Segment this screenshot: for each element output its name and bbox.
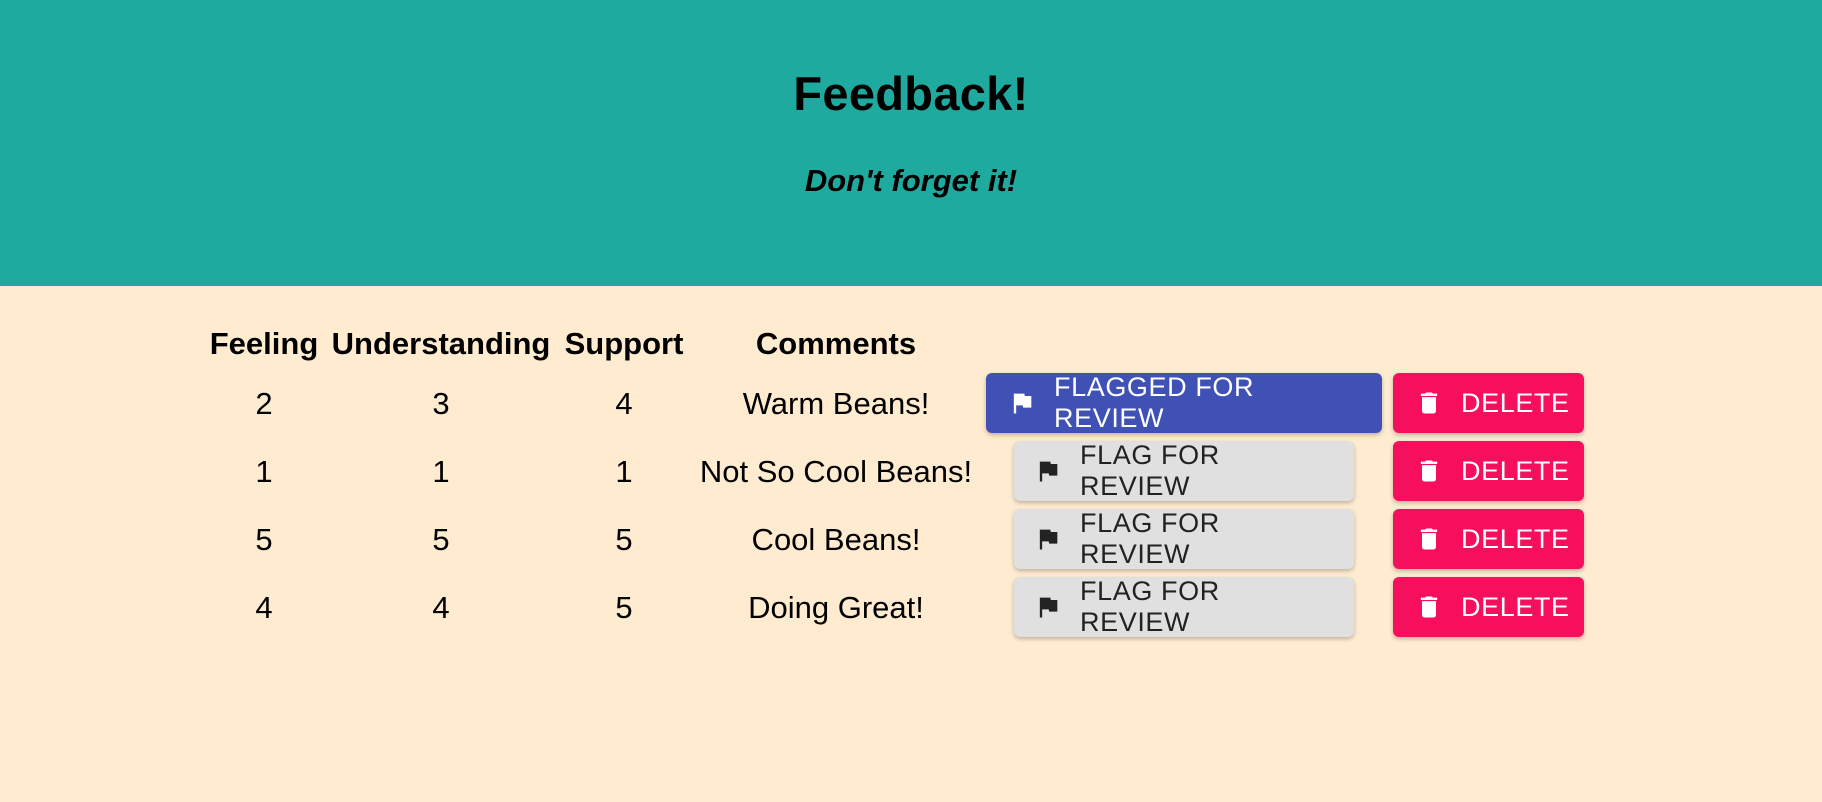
comment-cell: Cool Beans! xyxy=(751,522,921,557)
flag-for-review-button[interactable]: FLAG FOR REVIEW xyxy=(1014,440,1354,501)
table-row: 5 5 5 Cool Beans! FLAG FOR REVIEW DELETE xyxy=(0,505,1822,573)
comment-cell: Not So Cool Beans! xyxy=(699,454,973,489)
delete-button-label: DELETE xyxy=(1461,387,1570,418)
column-header-understanding: Understanding xyxy=(331,326,551,361)
trash-icon xyxy=(1420,528,1438,550)
support-cell: 1 xyxy=(615,454,633,489)
column-header-support: Support xyxy=(564,326,684,361)
delete-button[interactable]: DELETE xyxy=(1393,373,1584,433)
comment-cell: Warm Beans! xyxy=(742,386,930,421)
flag-button-label: FLAG FOR REVIEW xyxy=(1080,576,1220,637)
table-row: 2 3 4 Warm Beans! FLAGGED FOR REVIEW DEL… xyxy=(0,369,1822,437)
column-header-comments: Comments xyxy=(755,326,917,361)
understanding-cell: 3 xyxy=(432,386,450,421)
delete-button-label: DELETE xyxy=(1461,523,1570,554)
column-header-feeling: Feeling xyxy=(209,326,319,361)
understanding-cell: 1 xyxy=(432,454,450,489)
feeling-cell: 1 xyxy=(255,454,273,489)
understanding-cell: 4 xyxy=(432,590,450,625)
page-subtitle: Don't forget it! xyxy=(804,163,1018,198)
flag-for-review-button[interactable]: FLAG FOR REVIEW xyxy=(1014,508,1354,569)
flag-button-label: FLAG FOR REVIEW xyxy=(1080,440,1220,501)
trash-icon xyxy=(1420,460,1438,482)
flag-icon xyxy=(1013,393,1032,414)
table-row: 1 1 1 Not So Cool Beans! FLAG FOR REVIEW… xyxy=(0,437,1822,505)
table-row: 4 4 5 Doing Great! FLAG FOR REVIEW DELET… xyxy=(0,573,1822,641)
delete-button[interactable]: DELETE xyxy=(1393,509,1584,569)
feeling-cell: 5 xyxy=(255,522,273,557)
flag-icon xyxy=(1039,529,1058,550)
flag-button-label: FLAGGED FOR REVIEW xyxy=(1054,372,1255,433)
support-cell: 5 xyxy=(615,590,633,625)
delete-button-label: DELETE xyxy=(1461,591,1570,622)
understanding-cell: 5 xyxy=(432,522,450,557)
flagged-for-review-button[interactable]: FLAGGED FOR REVIEW xyxy=(986,372,1382,433)
flag-for-review-button[interactable]: FLAG FOR REVIEW xyxy=(1014,576,1354,637)
delete-button[interactable]: DELETE xyxy=(1393,441,1584,501)
delete-button[interactable]: DELETE xyxy=(1393,577,1584,637)
comment-cell: Doing Great! xyxy=(748,590,924,625)
flag-icon xyxy=(1039,461,1058,482)
page-title: Feedback! xyxy=(793,67,1029,120)
page-header: Feedback! Don't forget it! xyxy=(0,0,1822,286)
feeling-cell: 2 xyxy=(255,386,273,421)
support-cell: 5 xyxy=(615,522,633,557)
flag-icon xyxy=(1039,597,1058,618)
delete-button-label: DELETE xyxy=(1461,455,1570,486)
trash-icon xyxy=(1420,392,1438,414)
flag-button-label: FLAG FOR REVIEW xyxy=(1080,508,1220,569)
support-cell: 4 xyxy=(615,386,633,421)
feeling-cell: 4 xyxy=(255,590,273,625)
trash-icon xyxy=(1420,596,1438,618)
